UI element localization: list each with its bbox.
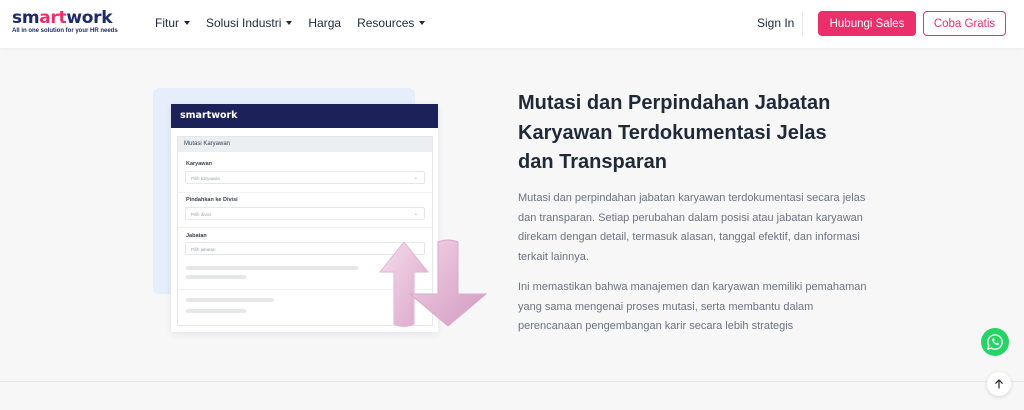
contact-sales-button[interactable]: Hubungi Sales: [818, 11, 916, 36]
sign-in-link[interactable]: Sign In: [757, 16, 794, 30]
smartwork-logo[interactable]: smartwork All in one solution for your H…: [12, 9, 118, 34]
nav-divider: [802, 12, 803, 36]
chevron-down-icon: [286, 21, 293, 25]
mockup-field-label: Pindahkan ke Divisi: [186, 197, 238, 203]
chevron-down-icon: ⌄: [413, 175, 418, 181]
mockup-divider: [178, 192, 432, 193]
mockup-skeleton-line: [186, 298, 274, 302]
swap-arrows-icon: [378, 238, 488, 335]
chevron-down-icon: [419, 21, 426, 25]
arrow-up-icon: [995, 379, 1003, 389]
mockup-select-karyawan: Pilih karyawan ⌄: [185, 171, 425, 184]
mockup-divider: [178, 227, 432, 228]
whatsapp-button[interactable]: [981, 328, 1009, 356]
mockup-field-label: Karyawan: [186, 161, 212, 167]
top-navbar: smartwork All in one solution for your H…: [0, 0, 1024, 48]
menu-item-resources[interactable]: Resources: [357, 16, 426, 30]
menu-item-harga[interactable]: Harga: [308, 16, 341, 30]
chevron-down-icon: [184, 21, 190, 25]
mockup-field-label: Jabatan: [186, 233, 207, 239]
section-paragraph-1: Mutasi dan perpindahan jabatan karyawan …: [518, 192, 866, 263]
menu-item-solusi-industri[interactable]: Solusi Industri: [206, 16, 293, 30]
logo-tagline: All in one solution for your HR needs: [12, 28, 118, 34]
whatsapp-icon: [986, 334, 1003, 351]
mockup-select-divisi: Pilih divisi ⌄: [185, 207, 425, 220]
mockup-app-name: smartwork: [171, 104, 438, 128]
section-heading: Mutasi dan Perpindahan Jabatan Karyawan …: [518, 92, 831, 173]
page: smartwork All in one solution for your H…: [0, 0, 1024, 410]
logo-wordmark: smartwork: [12, 8, 113, 28]
mockup-skeleton-line: [186, 309, 246, 313]
mockup-skeleton-line: [186, 266, 358, 270]
menu-item-fitur[interactable]: Fitur: [155, 16, 190, 30]
main-menu: Fitur Solusi Industri Harga Resources: [155, 16, 426, 30]
mockup-panel-title: Mutasi Karyawan: [178, 137, 432, 152]
try-free-button[interactable]: Coba Gratis: [923, 11, 1006, 36]
chevron-down-icon: ⌄: [413, 211, 418, 217]
back-to-top-button[interactable]: [987, 372, 1011, 396]
section-divider: [0, 381, 1024, 382]
mockup-skeleton-line: [186, 275, 246, 279]
section-paragraph-2: Ini memastikan bahwa manajemen dan karya…: [518, 281, 867, 332]
